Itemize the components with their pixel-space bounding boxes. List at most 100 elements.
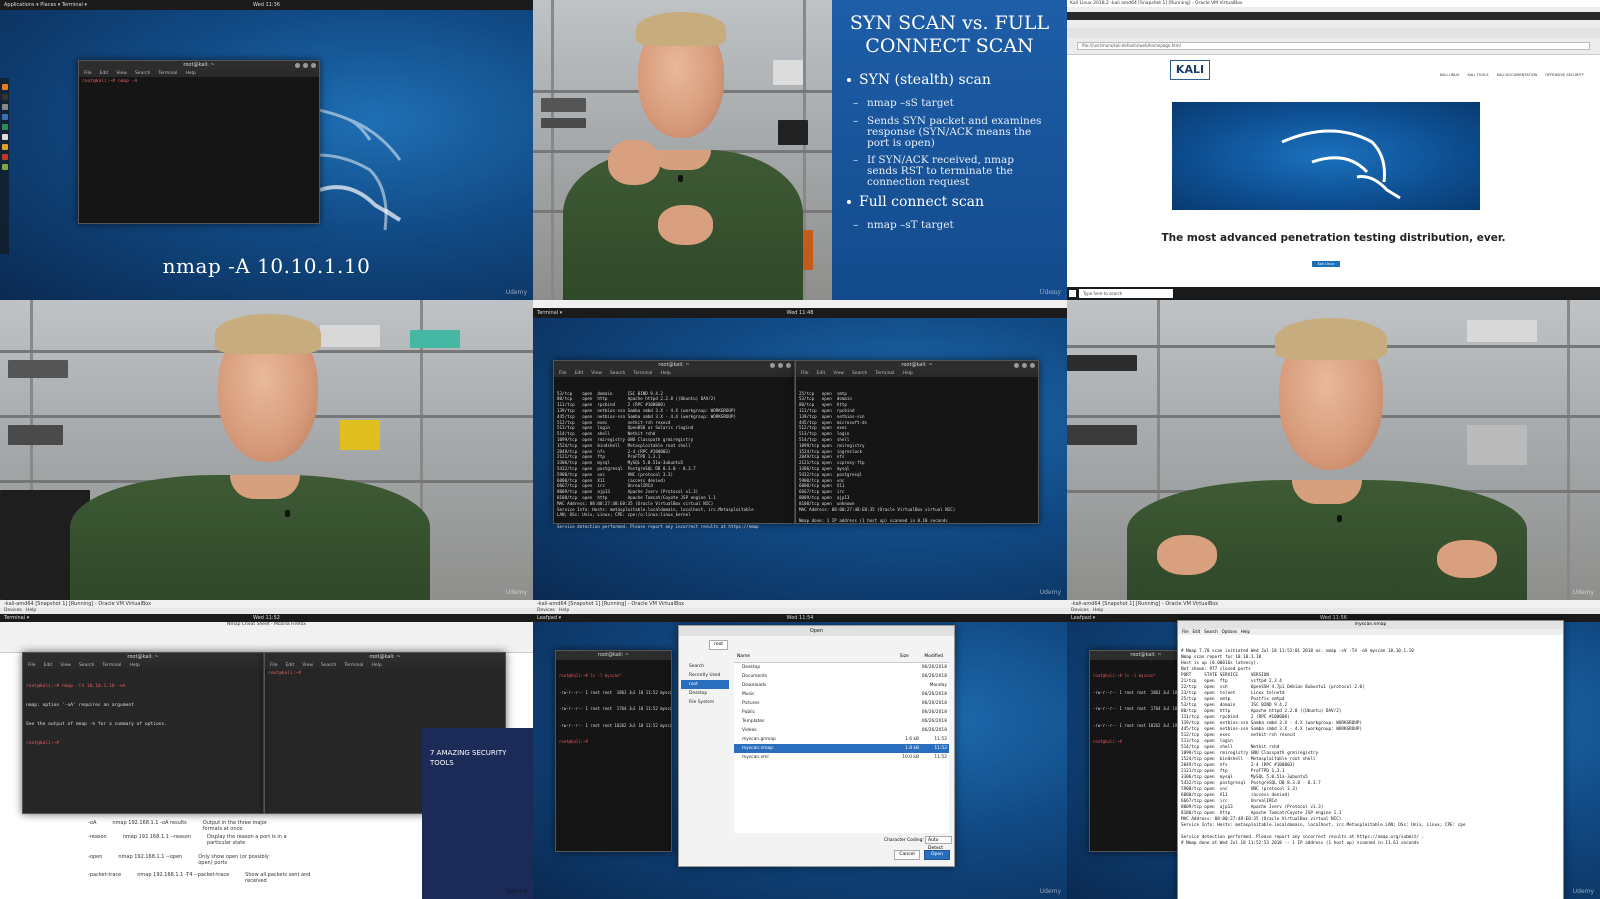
- maximize-icon[interactable]: [303, 63, 308, 68]
- encoding-label: Character Coding:: [884, 838, 924, 843]
- menu-edit[interactable]: Edit: [100, 70, 109, 77]
- metasploit-icon[interactable]: [1, 114, 8, 120]
- thumbnail-nmap-aggressive[interactable]: Applications ▾ Places ▾ Terminal ▾ Wed 1…: [0, 0, 533, 300]
- close-icon[interactable]: [786, 363, 791, 368]
- place-desktop[interactable]: Desktop: [681, 689, 729, 698]
- nav-kali-docs[interactable]: KALI DOCUMENTATION: [1497, 73, 1538, 77]
- file-row[interactable]: Desktop 06/26/2018: [734, 663, 949, 672]
- place-search[interactable]: Search: [681, 662, 729, 671]
- thumbnail-scan-results-file[interactable]: -kali-amd64 [Snapshot 1] [Running] - Ora…: [1067, 600, 1600, 899]
- file-row[interactable]: Public 06/26/2018: [734, 708, 949, 717]
- video-thumbnail-grid: Applications ▾ Places ▾ Terminal ▾ Wed 1…: [0, 0, 1600, 899]
- file-row[interactable]: Templates 06/26/2018: [734, 717, 949, 726]
- vbox-titlebar: -kali-amd64 [Snapshot 1] [Running] - Ora…: [533, 600, 1067, 608]
- topbar-clock: Wed 11:52: [253, 615, 280, 621]
- thumbnail-nmap-cheatsheet[interactable]: -kali-amd64 [Snapshot 1] [Running] - Ora…: [0, 600, 533, 899]
- terminal-window-left[interactable]: root@kali: ~ File Edit View Search Terminal H…: [553, 360, 795, 529]
- beef-icon[interactable]: [1, 154, 8, 160]
- file-row[interactable]: Documents 06/26/2018: [734, 672, 949, 681]
- terminal-output[interactable]: 25/tcp open smtp 53/tcp open domain 80/tcp…: [796, 377, 1038, 538]
- file-open-dialog[interactable]: Open root Search Recently Used root Desk…: [678, 625, 955, 867]
- open-button[interactable]: Open: [924, 850, 950, 860]
- files-icon[interactable]: [1, 104, 8, 110]
- close-icon[interactable]: [311, 63, 316, 68]
- nav-kali-tools[interactable]: KALI TOOLS: [1468, 73, 1489, 77]
- terminal-window[interactable]: root@kali: ~ File Edit View Search Termi…: [78, 60, 320, 224]
- firefox-toolbar: Nmap Cheat Sheet - Mozilla Firefox: [0, 622, 533, 653]
- udemy-watermark: Udemy: [1572, 888, 1594, 895]
- file-list: Desktop 06/26/2018 Documents 06/26/2018 Do…: [734, 663, 949, 833]
- thumbnail-instructor-1[interactable]: Udemy: [0, 300, 533, 600]
- encoding-select[interactable]: Auto Detect: [925, 836, 952, 851]
- minimize-icon[interactable]: [770, 363, 775, 368]
- udemy-watermark: Udemy: [505, 888, 527, 895]
- maximize-icon[interactable]: [778, 363, 783, 368]
- file-row[interactable]: Downloads Monday: [734, 681, 949, 690]
- slide-subbullet: – nmap –sS target: [853, 97, 954, 109]
- terminal-window-left[interactable]: root@kali: ~ File Edit View Search Terminal H…: [22, 652, 264, 814]
- editor-content[interactable]: # Nmap 7.70 scan initiated Wed Jul 18 11…: [1178, 635, 1563, 861]
- place-recent[interactable]: Recently Used: [681, 671, 729, 680]
- file-row-selected[interactable]: myscan.nmap 1.8 kB 11:52: [734, 744, 949, 753]
- editor-title: myscan.nmap: [1178, 621, 1563, 629]
- presentation-slide: SYN SCAN vs. FULL CONNECT SCAN SYN (stea…: [832, 0, 1067, 300]
- hero-banner: [1172, 102, 1480, 210]
- topbar-terminal-menu[interactable]: Terminal ▾: [4, 615, 29, 621]
- url-bar[interactable]: file:///usr/share/kali-defaults/web/home…: [1077, 42, 1590, 50]
- cancel-button[interactable]: Cancel: [894, 850, 920, 860]
- terminal-output[interactable]: root@kali:~# nmap -A: [79, 77, 319, 87]
- shell-command: root@kali:~# nmap -A: [82, 79, 141, 84]
- terminal-output[interactable]: 53/tcp open domain ISC BIND 9.4.2 80/tcp …: [554, 377, 794, 543]
- file-row[interactable]: myscan.xml 10.0 kB 11:52: [734, 753, 949, 762]
- nav-kali-linux[interactable]: KALI LINUX: [1440, 73, 1460, 77]
- leafpad-icon[interactable]: [1, 164, 8, 170]
- menu-search[interactable]: Search: [135, 70, 150, 77]
- thumbnail-scan-comparison[interactable]: Terminal ▾ Wed 11:48 root@kali: ~ File Ed…: [533, 300, 1067, 600]
- minimize-icon[interactable]: [295, 63, 300, 68]
- path-button[interactable]: root: [709, 640, 729, 650]
- terminal-output[interactable]: root@kali:~# nmap -T4 10.10.1.10 -oA nma…: [23, 669, 263, 763]
- vbox-titlebar: -kali-amd64 [Snapshot 1] [Running] - Ora…: [0, 600, 533, 608]
- topbar-leafpad-menu[interactable]: Leafpad ▾: [1071, 615, 1095, 621]
- burp-icon[interactable]: [1, 134, 8, 140]
- thumbnail-syn-vs-connect[interactable]: SYN SCAN vs. FULL CONNECT SCAN SYN (stea…: [533, 0, 1067, 300]
- udemy-watermark: Udemy: [505, 589, 527, 596]
- topbar-menus[interactable]: Applications ▾ Places ▾ Terminal ▾: [4, 2, 87, 8]
- windows-start-icon[interactable]: [1069, 290, 1076, 297]
- kali-logo[interactable]: KALI: [1170, 60, 1210, 80]
- slide-subbullet: – Sends SYN packet and examines response …: [853, 115, 1042, 149]
- terminal-window-right[interactable]: root@kali: ~ File Edit View Search Terminal H…: [795, 360, 1039, 524]
- video-caption: nmap -A 10.10.1.10: [162, 254, 371, 278]
- terminal-window[interactable]: root@kali: ~ root@kali:~# ls -l myscan* …: [555, 650, 672, 852]
- menu-file[interactable]: File: [84, 70, 92, 77]
- menu-help[interactable]: Help: [185, 70, 195, 77]
- maltego-icon[interactable]: [1, 144, 8, 150]
- learn-more-button[interactable]: Kali Linux: [1312, 261, 1340, 267]
- topbar-leafpad-menu[interactable]: Leafpad ▾: [537, 615, 561, 621]
- place-filesystem[interactable]: File System: [681, 698, 729, 707]
- armitage-icon[interactable]: [1, 124, 8, 130]
- firefox-icon[interactable]: [1, 84, 8, 90]
- file-row[interactable]: Pictures 06/26/2018: [734, 699, 949, 708]
- thumbnail-instructor-2[interactable]: Udemy: [1067, 300, 1600, 600]
- thumbnail-open-scan-file[interactable]: -kali-amd64 [Snapshot 1] [Running] - Ora…: [533, 600, 1067, 899]
- promo-banner[interactable]: 7 AMAZING SECURITY TOOLS: [422, 728, 533, 899]
- slide-bullet: SYN (stealth) scan: [847, 72, 991, 88]
- leafpad-window[interactable]: myscan.nmap File Edit Search Options Hel…: [1177, 620, 1564, 899]
- terminal-icon[interactable]: [1, 94, 8, 100]
- topbar-terminal-menu[interactable]: Terminal ▾: [537, 310, 562, 316]
- taskbar-search[interactable]: Type here to search: [1079, 289, 1173, 298]
- maximize-icon[interactable]: [1022, 363, 1027, 368]
- kali-dragon-logo: [1281, 129, 1401, 200]
- menu-terminal[interactable]: Terminal: [158, 70, 177, 77]
- nav-offsec[interactable]: OFFENSIVE SECURITY: [1545, 73, 1584, 77]
- thumbnail-kali-homepage[interactable]: Kali Linux 2018.2 -kali amd64 [Snapshot …: [1067, 0, 1600, 300]
- menu-view[interactable]: View: [116, 70, 127, 77]
- topbar-clock: Wed 11:54: [786, 615, 814, 621]
- minimize-icon[interactable]: [1014, 363, 1019, 368]
- file-row[interactable]: Music 06/26/2018: [734, 690, 949, 699]
- file-row[interactable]: myscan.gnmap 1.6 kB 11:52: [734, 735, 949, 744]
- close-icon[interactable]: [1030, 363, 1035, 368]
- place-root[interactable]: root: [681, 680, 729, 689]
- file-row[interactable]: Videos 06/26/2018: [734, 726, 949, 735]
